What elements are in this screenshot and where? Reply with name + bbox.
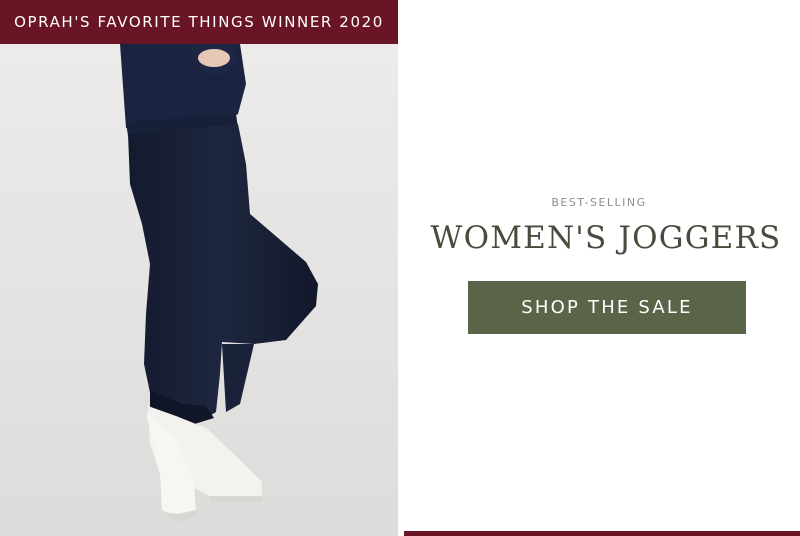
bottom-accent-bar [404, 531, 800, 536]
promo-panel: BEST-SELLING WOMEN'S JOGGERS SHOP THE SA… [398, 0, 800, 536]
promo-eyebrow: BEST-SELLING [551, 196, 647, 209]
award-banner: OPRAH'S FAVORITE THINGS WINNER 2020 [0, 0, 398, 44]
promo-headline: WOMEN'S JOGGERS [430, 220, 782, 256]
shop-the-sale-button[interactable]: SHOP THE SALE [468, 281, 746, 334]
award-banner-text: OPRAH'S FAVORITE THINGS WINNER 2020 [14, 13, 384, 31]
shop-the-sale-label: SHOP THE SALE [521, 297, 693, 318]
product-photo[interactable] [0, 44, 398, 536]
joggers-model-illustration [0, 44, 398, 536]
hero-image-panel: OPRAH'S FAVORITE THINGS WINNER 2020 [0, 0, 398, 536]
